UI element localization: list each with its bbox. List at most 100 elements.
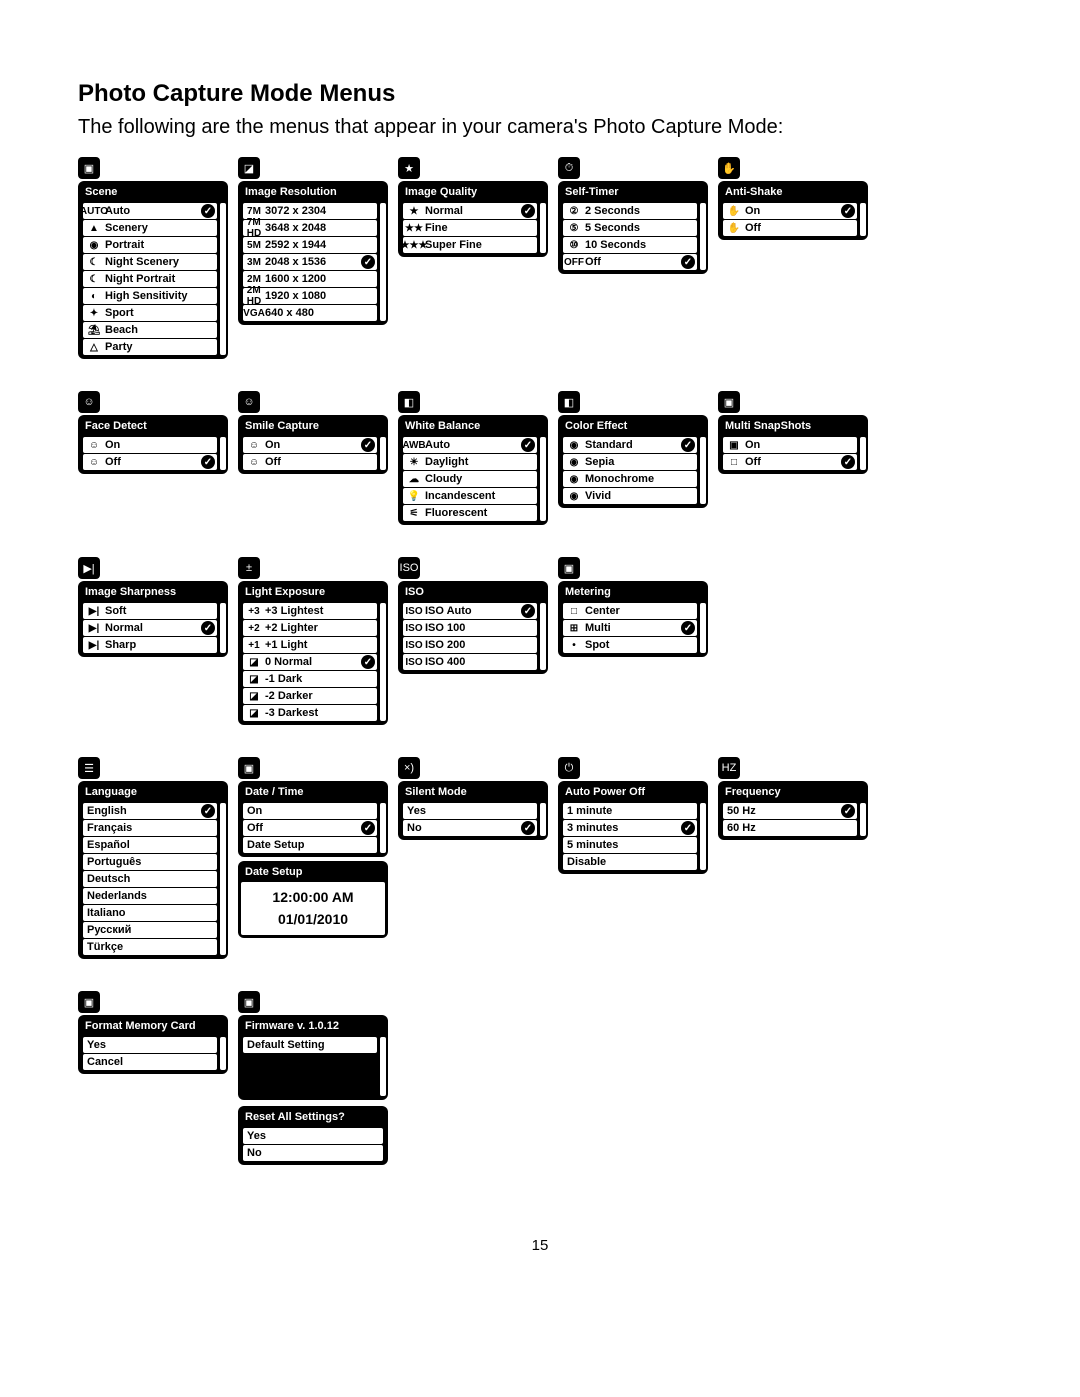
menu-item[interactable]: Yes	[403, 803, 537, 819]
scrollbar[interactable]	[540, 603, 546, 670]
menu-item[interactable]: Nederlands	[83, 888, 217, 904]
scrollbar[interactable]	[540, 437, 546, 521]
menu-item[interactable]: 7M HD3648 x 2048	[243, 220, 377, 236]
scrollbar[interactable]	[540, 203, 546, 253]
menu-item[interactable]: ⑩10 Seconds	[563, 237, 697, 253]
menu-item[interactable]: Italiano	[83, 905, 217, 921]
scrollbar[interactable]	[540, 803, 546, 836]
menu-item[interactable]: ◪-1 Dark	[243, 671, 377, 687]
menu-item[interactable]: 3M2048 x 1536✓	[243, 254, 377, 270]
menu-item[interactable]: 2M1600 x 1200	[243, 271, 377, 287]
menu-item[interactable]: ⛱Beach	[83, 322, 217, 338]
scrollbar[interactable]	[380, 603, 386, 721]
scrollbar[interactable]	[700, 203, 706, 270]
menu-item[interactable]: 5M2592 x 1944	[243, 237, 377, 253]
menu-item[interactable]: ★★★Super Fine	[403, 237, 537, 253]
menu-item[interactable]: 60 Hz	[723, 820, 857, 836]
menu-item[interactable]: 1 minute	[563, 803, 697, 819]
scrollbar[interactable]	[860, 203, 866, 236]
menu-item[interactable]: ISOISO 100	[403, 620, 537, 636]
menu-item[interactable]: Disable	[563, 854, 697, 870]
menu-item[interactable]: ▲Scenery	[83, 220, 217, 236]
menu-item[interactable]: Português	[83, 854, 217, 870]
menu-item[interactable]: Deutsch	[83, 871, 217, 887]
menu-item[interactable]: 50 Hz✓	[723, 803, 857, 819]
menu-item[interactable]: On	[243, 803, 377, 819]
scrollbar[interactable]	[380, 203, 386, 321]
scrollbar[interactable]	[380, 437, 386, 470]
scrollbar[interactable]	[220, 603, 226, 653]
menu-item[interactable]: 3 minutes✓	[563, 820, 697, 836]
menu-item[interactable]: △Party	[83, 339, 217, 355]
menu-item[interactable]: Français	[83, 820, 217, 836]
scrollbar[interactable]	[220, 1037, 226, 1070]
scrollbar[interactable]	[860, 437, 866, 470]
menu-item[interactable]: ★★Fine	[403, 220, 537, 236]
menu-item[interactable]: Off✓	[243, 820, 377, 836]
menu-item[interactable]: ⑤5 Seconds	[563, 220, 697, 236]
menu-item[interactable]: ◉Vivid	[563, 488, 697, 504]
menu-item[interactable]: ◪-3 Darkest	[243, 705, 377, 721]
menu-item[interactable]: 2M HD1920 x 1080	[243, 288, 377, 304]
menu-item[interactable]: ☺Off	[243, 454, 377, 470]
menu-item[interactable]: ISOISO 400	[403, 654, 537, 670]
menu-item[interactable]: 5 minutes	[563, 837, 697, 853]
scrollbar[interactable]	[700, 803, 706, 870]
menu-item[interactable]: Default Setting	[243, 1037, 377, 1053]
menu-item[interactable]: English✓	[83, 803, 217, 819]
menu-item[interactable]: Español	[83, 837, 217, 853]
menu-item[interactable]: ☺Off✓	[83, 454, 217, 470]
menu-item[interactable]: ◉Portrait	[83, 237, 217, 253]
menu-item[interactable]: ◉Monochrome	[563, 471, 697, 487]
menu-item[interactable]: ✋On✓	[723, 203, 857, 219]
menu-item[interactable]: +1+1 Light	[243, 637, 377, 653]
menu-item[interactable]: ISOISO Auto✓	[403, 603, 537, 619]
menu-item[interactable]: OFFOff✓	[563, 254, 697, 270]
menu-item[interactable]: ⚟Fluorescent	[403, 505, 537, 521]
menu-item[interactable]: ✦Sport	[83, 305, 217, 321]
menu-item[interactable]: 7M3072 x 2304	[243, 203, 377, 219]
menu-item[interactable]: □Off✓	[723, 454, 857, 470]
menu-item[interactable]: ☀Daylight	[403, 454, 537, 470]
menu-item[interactable]: Cancel	[83, 1054, 217, 1070]
menu-item[interactable]: ★Normal✓	[403, 203, 537, 219]
menu-item[interactable]: No✓	[403, 820, 537, 836]
menu-item[interactable]: ⊞Multi✓	[563, 620, 697, 636]
menu-item[interactable]: ▶|Normal✓	[83, 620, 217, 636]
menu-item[interactable]: ▶|Soft	[83, 603, 217, 619]
menu-item[interactable]: Yes	[243, 1128, 383, 1144]
menu-item[interactable]: Русский	[83, 922, 217, 938]
menu-item[interactable]: AWBAuto✓	[403, 437, 537, 453]
menu-item[interactable]: ✋Off	[723, 220, 857, 236]
scrollbar[interactable]	[380, 1037, 386, 1096]
menu-item[interactable]: ☺On✓	[243, 437, 377, 453]
menu-item[interactable]: 💡Incandescent	[403, 488, 537, 504]
menu-item[interactable]: +3+3 Lightest	[243, 603, 377, 619]
scrollbar[interactable]	[860, 803, 866, 836]
menu-item[interactable]: •Spot	[563, 637, 697, 653]
scrollbar[interactable]	[220, 203, 226, 355]
menu-item[interactable]: ☁Cloudy	[403, 471, 537, 487]
menu-item[interactable]: ISOISO 200	[403, 637, 537, 653]
menu-item[interactable]: ②2 Seconds	[563, 203, 697, 219]
scrollbar[interactable]	[700, 603, 706, 653]
menu-item[interactable]: ◉Sepia	[563, 454, 697, 470]
menu-item[interactable]: Türkçe	[83, 939, 217, 955]
menu-item[interactable]: No	[243, 1145, 383, 1161]
menu-item[interactable]: ◪0 Normal✓	[243, 654, 377, 670]
menu-item[interactable]: □Center	[563, 603, 697, 619]
scrollbar[interactable]	[380, 803, 386, 853]
date-setup-values[interactable]: 12:00:00 AM01/01/2010	[241, 882, 385, 935]
menu-item[interactable]: Date Setup	[243, 837, 377, 853]
menu-item[interactable]: ▶|Sharp	[83, 637, 217, 653]
menu-item[interactable]: ◐High Sensitivity	[83, 288, 217, 304]
menu-item[interactable]: Yes	[83, 1037, 217, 1053]
menu-item[interactable]: ☾Night Portrait	[83, 271, 217, 287]
scrollbar[interactable]	[700, 437, 706, 504]
menu-item[interactable]: VGA640 x 480	[243, 305, 377, 321]
menu-item[interactable]: ☾Night Scenery	[83, 254, 217, 270]
menu-item[interactable]: ☺On	[83, 437, 217, 453]
scrollbar[interactable]	[220, 437, 226, 470]
menu-item[interactable]: ▣On	[723, 437, 857, 453]
menu-item[interactable]: ◪-2 Darker	[243, 688, 377, 704]
